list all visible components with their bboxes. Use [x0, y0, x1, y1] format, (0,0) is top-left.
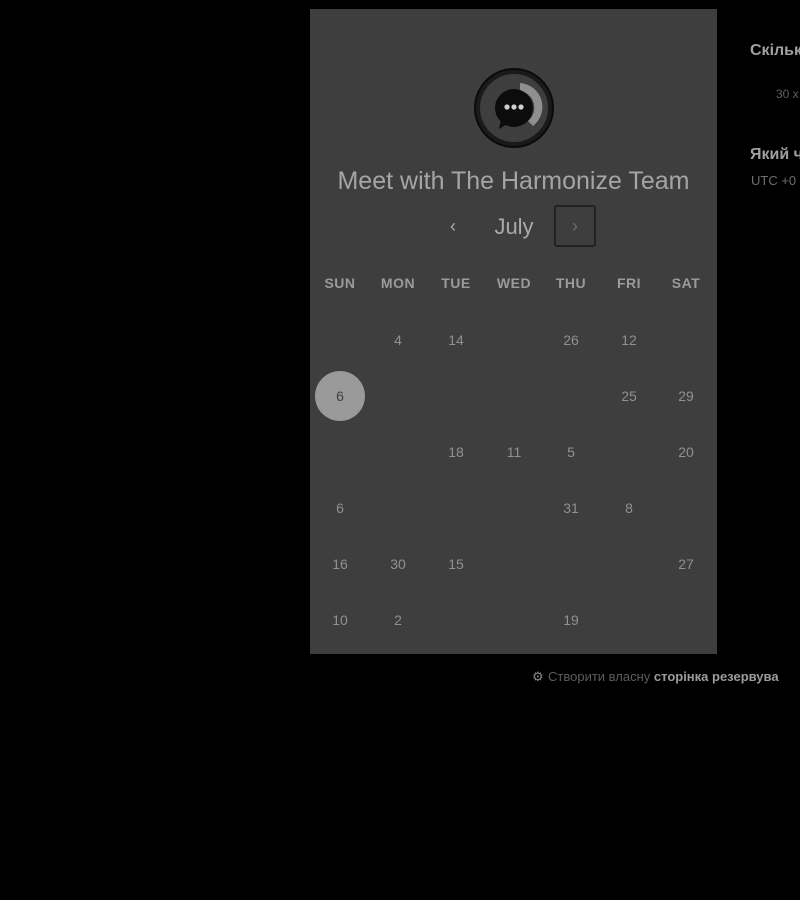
date-button[interactable]: 14 — [431, 315, 481, 365]
date-button[interactable]: 30 — [373, 539, 423, 589]
duration-question: Скільк — [750, 42, 800, 59]
booking-details-panel: Скільк 30 х Який ч UTC +0 — [750, 0, 800, 200]
footer-link[interactable]: сторінка резервува — [654, 669, 779, 684]
hubspot-sprocket-icon: ⚙ — [532, 669, 544, 684]
timezone-select[interactable]: UTC +0 — [751, 173, 796, 188]
date-button[interactable]: 19 — [546, 595, 596, 645]
date-button[interactable]: 10 — [315, 595, 365, 645]
date-button[interactable]: 12 — [604, 315, 654, 365]
date-button[interactable]: 26 — [546, 315, 596, 365]
calendar-grid: 4 14 26 12 6 25 29 18 11 5 20 6 31 8 16 30 15 27 10 2 19 — [310, 9, 717, 654]
date-button[interactable]: 16 — [315, 539, 365, 589]
page: Meet with The Harmonize Team ‹ July › SU… — [0, 0, 800, 900]
date-button[interactable]: 25 — [604, 371, 654, 421]
date-button[interactable]: 4 — [373, 315, 423, 365]
timezone-question: Який ч — [750, 146, 800, 163]
footer-prefix: Створити власну — [548, 669, 651, 684]
date-button[interactable]: 29 — [661, 371, 711, 421]
date-button[interactable]: 2 — [373, 595, 423, 645]
date-button[interactable]: 20 — [661, 427, 711, 477]
selected-date-button[interactable]: 6 — [315, 371, 365, 421]
date-button[interactable]: 6 — [315, 483, 365, 533]
date-button[interactable]: 5 — [546, 427, 596, 477]
date-button[interactable]: 27 — [661, 539, 711, 589]
date-button[interactable]: 8 — [604, 483, 654, 533]
date-button[interactable]: 18 — [431, 427, 481, 477]
footer-credit: ⚙ Створити власну сторінка резервува — [532, 669, 800, 689]
date-button[interactable]: 15 — [431, 539, 481, 589]
booking-card: Meet with The Harmonize Team ‹ July › SU… — [310, 9, 717, 654]
date-button[interactable]: 31 — [546, 483, 596, 533]
date-button[interactable]: 11 — [489, 427, 539, 477]
duration-option[interactable]: 30 х — [776, 87, 799, 101]
